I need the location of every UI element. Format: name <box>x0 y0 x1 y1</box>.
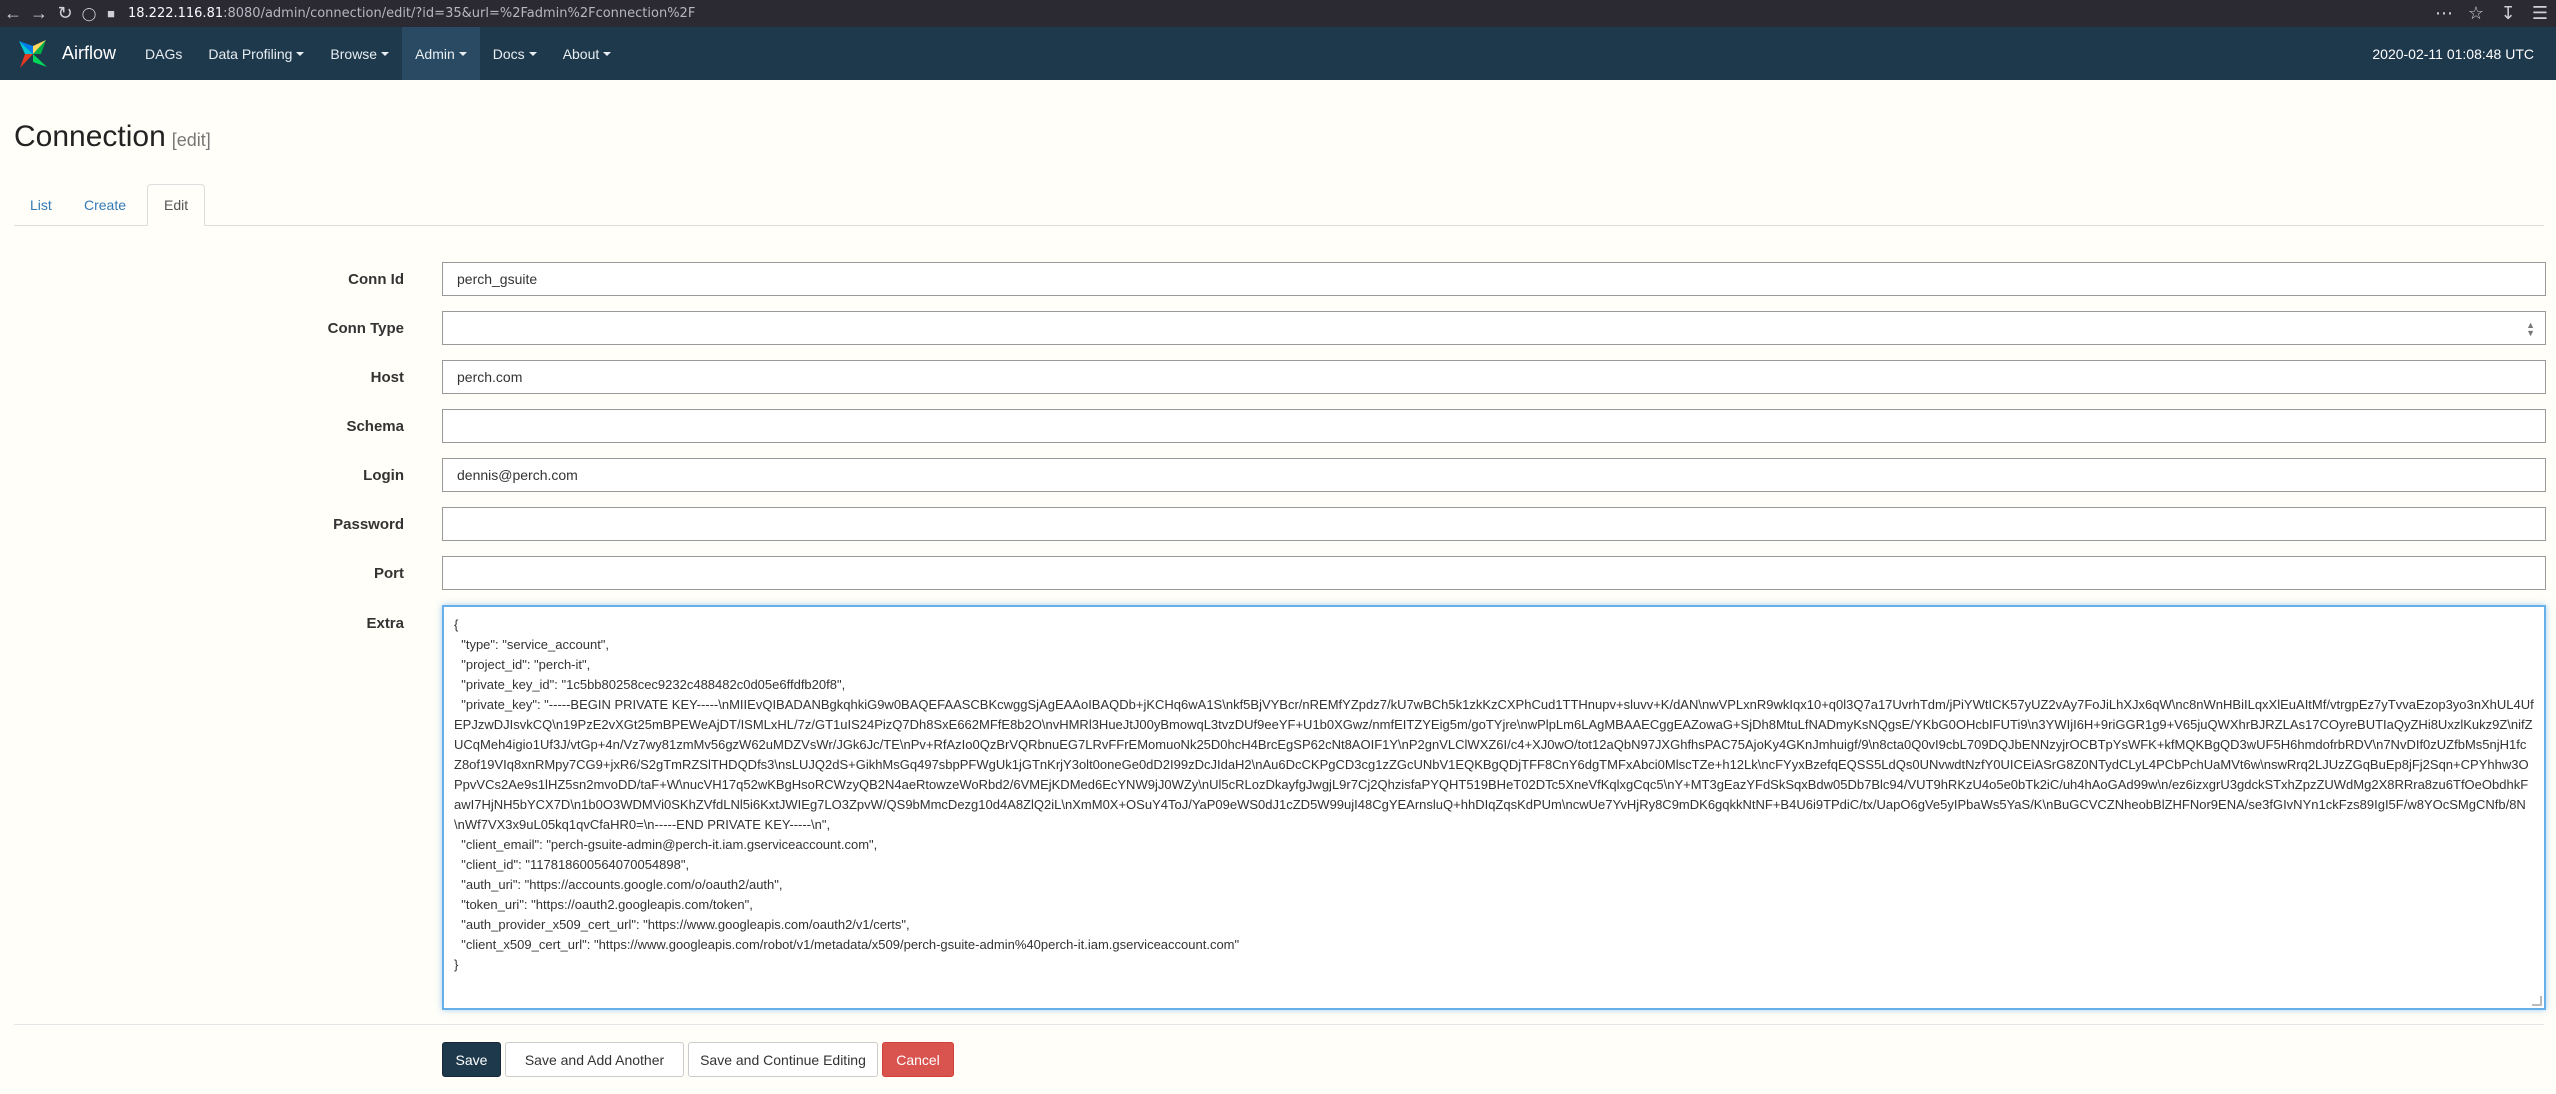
schema-input[interactable] <box>442 409 2546 443</box>
site-info-icon[interactable]: ■ <box>100 6 122 21</box>
server-clock: 2020-02-11 01:08:48 UTC <box>2372 45 2534 62</box>
caret-down-icon <box>296 51 305 56</box>
main-menu: DAGs Data Profiling Browse Admin Docs About <box>132 27 624 80</box>
select-arrows-icon: ▲ ▼ <box>2526 320 2535 338</box>
menu-item-label: Data Profiling <box>208 45 293 62</box>
extra-line: "token_uri": "https://oauth2.googleapis.… <box>454 897 753 912</box>
extra-line: "auth_provider_x509_cert_url": "https://… <box>454 917 910 932</box>
menu-item-label: DAGs <box>145 45 183 62</box>
airflow-logo-icon <box>19 39 47 68</box>
download-icon[interactable]: ↧ <box>2492 3 2524 24</box>
menu-item-browse[interactable]: Browse <box>317 27 402 80</box>
host-input[interactable]: perch.com <box>442 360 2546 394</box>
back-icon[interactable]: ← <box>0 0 26 27</box>
extra-line: "client_x509_cert_url": "https://www.goo… <box>454 937 1240 952</box>
password-input[interactable] <box>442 507 2546 541</box>
extra-line: "client_id": "117818600564070054898", <box>454 857 690 872</box>
extra-line: "project_id": "perch-it", <box>454 657 591 672</box>
browser-toolbar: ← → ↻ ◯ ■ 18.222.116.81:8080/admin/conne… <box>0 0 2556 27</box>
tab-bar: List Create Edit <box>14 184 2544 226</box>
cancel-button[interactable]: Cancel <box>882 1042 954 1077</box>
brand[interactable]: Airflow <box>16 27 116 80</box>
caret-down-icon <box>528 51 537 56</box>
menu-item-label: About <box>562 45 600 62</box>
save-button[interactable]: Save <box>442 1042 501 1077</box>
port-input[interactable] <box>442 556 2546 590</box>
page-title: Connection [edit] <box>14 120 211 154</box>
conn-type-select[interactable]: ▲ ▼ <box>442 311 2546 345</box>
menu-item-about[interactable]: About <box>550 27 625 80</box>
extra-line: } <box>454 957 459 972</box>
resize-handle-icon[interactable] <box>2532 996 2542 1006</box>
conn-type-label: Conn Type <box>327 320 404 337</box>
menu-item-admin[interactable]: Admin <box>402 27 480 80</box>
login-input[interactable]: dennis@perch.com <box>442 458 2546 492</box>
forward-icon[interactable]: → <box>26 0 52 27</box>
form-divider <box>14 1024 2544 1025</box>
brand-name: Airflow <box>62 43 117 63</box>
bookmark-star-icon[interactable]: ☆ <box>2460 3 2492 24</box>
extra-line: { <box>454 617 459 632</box>
hamburger-menu-icon[interactable]: ☰ <box>2524 3 2556 24</box>
extra-line: "private_key_id": "1c5bb80258cec9232c488… <box>454 677 846 692</box>
menu-item-data-profiling[interactable]: Data Profiling <box>195 27 317 80</box>
menu-item-label: Docs <box>492 45 525 62</box>
menu-item-label: Admin <box>415 45 455 62</box>
extra-textarea[interactable]: { "type": "service_account", "project_id… <box>442 605 2546 1010</box>
menu-item-label: Browse <box>330 45 378 62</box>
extra-line: "client_email": "perch-gsuite-admin@perc… <box>454 837 878 852</box>
address-bar[interactable]: 18.222.116.81:8080/admin/connection/edit… <box>128 6 695 21</box>
extra-line: "type": "service_account", <box>454 637 610 652</box>
extra-line: "auth_uri": "https://accounts.google.com… <box>454 877 783 892</box>
login-label: Login <box>363 467 404 484</box>
extra-line: "private_key": "-----BEGIN PRIVATE KEY--… <box>454 697 2534 832</box>
reload-icon[interactable]: ↻ <box>52 0 78 27</box>
url-path: :8080/admin/connection/edit/?id=35&url=%… <box>223 6 696 21</box>
app-navbar: Airflow DAGs Data Profiling Browse Admin Doc… <box>0 27 2556 80</box>
save-and-continue-editing-button[interactable]: Save and Continue Editing <box>688 1042 878 1077</box>
page-title-text: Connection <box>14 120 166 153</box>
extra-label: Extra <box>366 615 404 632</box>
conn-id-label: Conn Id <box>348 271 404 288</box>
page-subtitle: [edit] <box>171 130 211 150</box>
url-host: 18.222.116.81 <box>128 6 224 21</box>
schema-label: Schema <box>346 418 404 435</box>
shield-icon[interactable]: ◯ <box>78 6 100 22</box>
caret-down-icon <box>603 51 612 56</box>
menu-item-docs[interactable]: Docs <box>480 27 550 80</box>
save-and-add-another-button[interactable]: Save and Add Another <box>505 1042 684 1077</box>
caret-down-icon <box>381 51 390 56</box>
password-label: Password <box>333 516 404 533</box>
tab-edit[interactable]: Edit <box>147 184 206 226</box>
tab-list[interactable]: List <box>14 184 68 226</box>
caret-down-icon <box>458 51 467 56</box>
more-actions-icon[interactable]: ⋯ <box>2428 3 2460 24</box>
menu-item-dags[interactable]: DAGs <box>132 27 195 80</box>
tab-create[interactable]: Create <box>68 184 142 226</box>
conn-id-input[interactable]: perch_gsuite <box>442 262 2546 296</box>
host-label: Host <box>370 369 404 386</box>
port-label: Port <box>374 565 404 582</box>
